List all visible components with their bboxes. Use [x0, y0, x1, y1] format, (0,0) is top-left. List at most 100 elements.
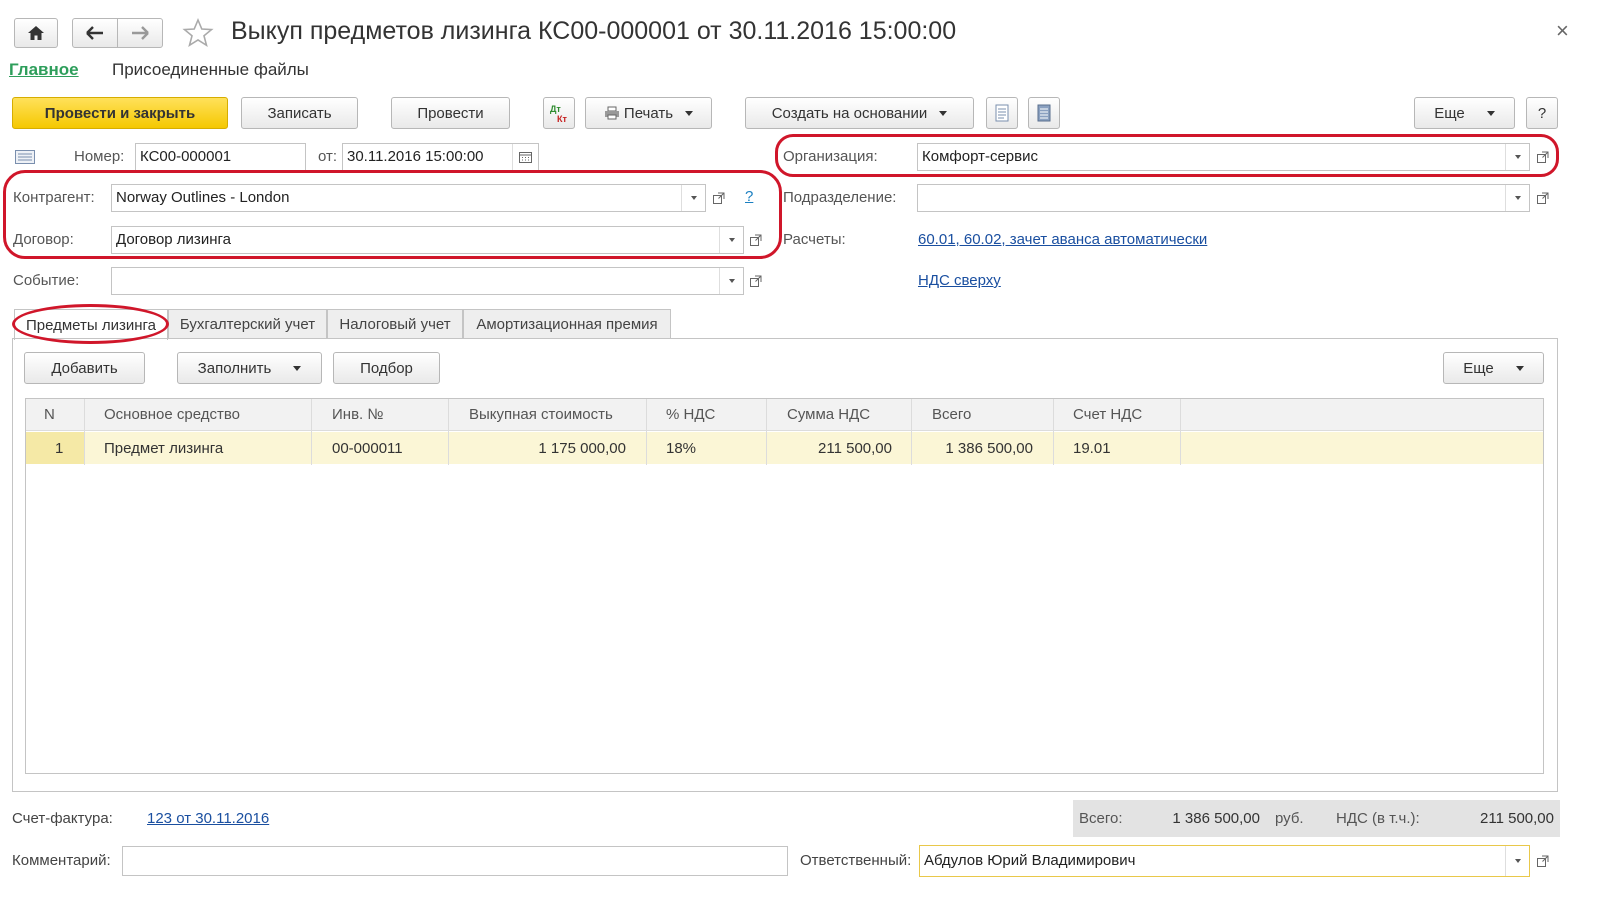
table-cell[interactable]: 00-000011	[332, 434, 403, 464]
post-label: Провести	[417, 104, 484, 122]
chevron-down-icon[interactable]	[681, 185, 705, 211]
table-cell[interactable]: 1	[55, 434, 63, 464]
date-field[interactable]: 30.11.2016 15:00:00	[342, 143, 539, 171]
arrow-left-icon	[86, 26, 103, 40]
contractor-field[interactable]: Norway Outlines - London	[111, 184, 706, 212]
printer-icon	[604, 106, 619, 120]
column-divider	[84, 399, 85, 465]
column-header[interactable]: Счет НДС	[1073, 399, 1142, 431]
contract-label: Договор:	[13, 231, 74, 248]
document-icon	[995, 104, 1009, 122]
open-icon[interactable]	[1533, 848, 1553, 874]
table-cell[interactable]: 19.01	[1073, 434, 1111, 464]
arrow-right-icon	[132, 26, 149, 40]
favorite-star-icon[interactable]	[182, 17, 214, 49]
tab-label: Амортизационная премия	[476, 316, 658, 333]
chevron-down-icon[interactable]	[1505, 144, 1529, 170]
chevron-down-icon[interactable]	[719, 227, 743, 253]
column-divider	[311, 399, 312, 465]
tab-tax-accounting[interactable]: Налоговый учет	[327, 309, 463, 339]
post-and-close-label: Провести и закрыть	[44, 104, 196, 122]
svg-text:Дт: Дт	[550, 104, 561, 114]
table-header	[26, 399, 1543, 431]
column-header[interactable]: Выкупная стоимость	[469, 399, 613, 431]
contractor-help-link[interactable]: ?	[745, 188, 753, 205]
home-button[interactable]	[14, 18, 58, 48]
chevron-down-icon[interactable]	[719, 268, 743, 294]
chevron-down-icon[interactable]	[1505, 846, 1529, 876]
create-based-on-label: Создать на основании	[771, 104, 928, 122]
tab-label: Налоговый учет	[339, 316, 451, 333]
forward-button[interactable]	[117, 18, 163, 48]
currency-label: руб.	[1275, 810, 1304, 827]
vat-mode-link[interactable]: НДС сверху	[918, 272, 1001, 289]
open-icon[interactable]	[709, 185, 729, 211]
column-header[interactable]: N	[44, 399, 55, 431]
organization-value: Комфорт-сервис	[922, 148, 1038, 165]
create-based-on-button[interactable]: Создать на основании	[745, 97, 974, 129]
journal-button[interactable]	[1028, 97, 1060, 129]
chevron-down-icon	[1486, 110, 1495, 116]
print-button[interactable]: Печать	[585, 97, 712, 129]
add-row-button[interactable]: Добавить	[24, 352, 145, 384]
window-title: Выкуп предметов лизинга КС00-000001 от 3…	[231, 17, 957, 45]
table-cell[interactable]: 18%	[666, 434, 696, 464]
responsible-value: Абдулов Юрий Владимирович	[924, 852, 1136, 869]
tab-leasing-items[interactable]: Предметы лизинга	[14, 309, 168, 340]
fill-button[interactable]: Заполнить	[177, 352, 322, 384]
close-icon[interactable]: ×	[1556, 18, 1569, 44]
chevron-down-icon	[1515, 365, 1524, 371]
list-icon	[1037, 104, 1051, 122]
column-header[interactable]: % НДС	[666, 399, 715, 431]
column-header[interactable]: Основное средство	[104, 399, 240, 431]
chevron-down-icon[interactable]	[1505, 185, 1529, 211]
tab-label: Бухгалтерский учет	[179, 316, 316, 333]
contractor-value: Norway Outlines - London	[116, 189, 290, 206]
table-more-button[interactable]: Еще	[1443, 352, 1544, 384]
contract-field[interactable]: Договор лизинга	[111, 226, 744, 254]
number-label: Номер:	[74, 148, 125, 165]
home-icon	[28, 26, 44, 40]
contractor-label: Контрагент:	[13, 189, 95, 206]
tab-depreciation-bonus[interactable]: Амортизационная премия	[463, 309, 671, 339]
open-icon[interactable]	[746, 268, 766, 294]
column-header[interactable]: Инв. №	[332, 399, 383, 431]
open-icon[interactable]	[746, 227, 766, 253]
comment-field[interactable]	[122, 846, 788, 876]
open-icon[interactable]	[1533, 144, 1553, 170]
tab-accounting[interactable]: Бухгалтерский учет	[168, 309, 327, 339]
column-divider	[646, 399, 647, 465]
table-cell[interactable]: 1 386 500,00	[918, 434, 1033, 464]
more-label: Еще	[1434, 104, 1465, 122]
save-button[interactable]: Записать	[241, 97, 358, 129]
column-header[interactable]: Сумма НДС	[787, 399, 870, 431]
table-cell[interactable]: 211 500,00	[774, 434, 892, 464]
post-button[interactable]: Провести	[391, 97, 510, 129]
event-field[interactable]	[111, 267, 744, 295]
column-header[interactable]: Всего	[932, 399, 971, 431]
table-cell[interactable]: Предмет лизинга	[104, 434, 223, 464]
help-button[interactable]: ?	[1526, 97, 1558, 129]
select-button[interactable]: Подбор	[333, 352, 440, 384]
responsible-field[interactable]: Абдулов Юрий Владимирович	[919, 845, 1530, 877]
chevron-down-icon	[685, 110, 694, 116]
post-and-close-button[interactable]: Провести и закрыть	[12, 97, 228, 129]
division-field[interactable]	[917, 184, 1530, 212]
number-field[interactable]: КС00-000001	[135, 143, 306, 171]
nav-attached-files-link[interactable]: Присоединенные файлы	[112, 60, 309, 80]
dt-kt-icon: Дт Кт	[550, 104, 567, 124]
dt-kt-button[interactable]: Дт Кт	[543, 97, 575, 129]
table-cell[interactable]: 1 175 000,00	[456, 434, 626, 464]
svg-text:Кт: Кт	[557, 114, 567, 124]
comment-label: Комментарий:	[12, 852, 111, 869]
open-icon[interactable]	[1533, 185, 1553, 211]
invoice-link[interactable]: 123 от 30.11.2016	[147, 810, 269, 827]
nav-main-link[interactable]: Главное	[9, 60, 79, 80]
settlements-link[interactable]: 60.01, 60.02, зачет аванса автоматически	[918, 231, 1207, 248]
document-structure-button[interactable]	[986, 97, 1018, 129]
organization-field[interactable]: Комфорт-сервис	[917, 143, 1530, 171]
calendar-icon[interactable]	[512, 144, 538, 170]
more-button[interactable]: Еще	[1414, 97, 1515, 129]
back-button[interactable]	[72, 18, 118, 48]
invoice-label: Счет-фактура:	[12, 810, 113, 827]
